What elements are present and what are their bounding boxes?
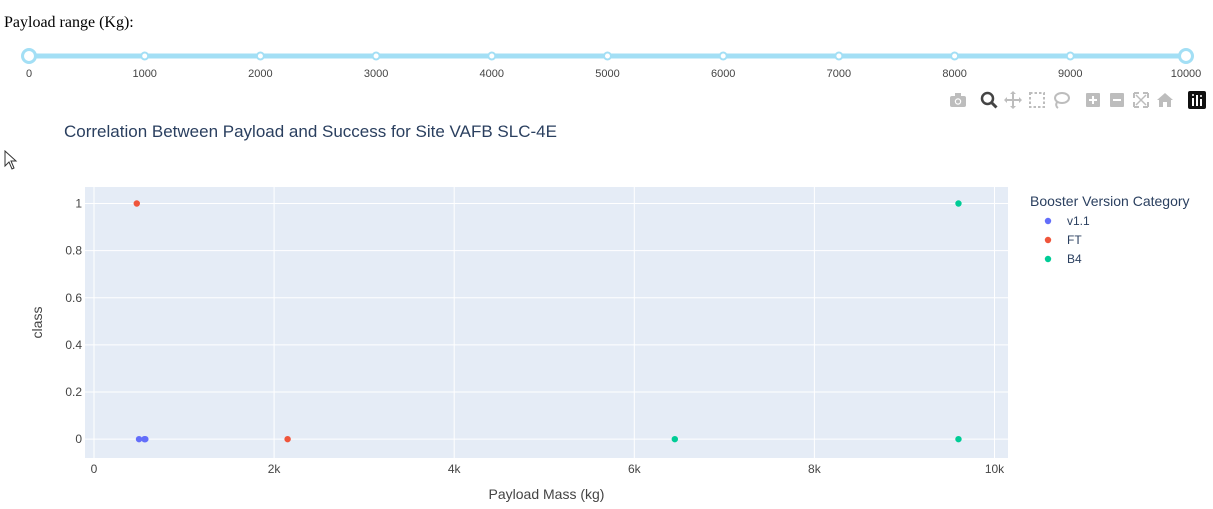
slider-mark-dot [487, 51, 497, 61]
slider-mark-label: 7000 [827, 68, 851, 80]
legend-marker[interactable] [1044, 236, 1052, 244]
slider-mark-label: 4000 [480, 68, 504, 80]
plotly-logo-icon[interactable] [1187, 90, 1207, 110]
y-tick-label: 0.8 [65, 244, 82, 258]
data-point-b4[interactable] [671, 435, 679, 443]
chart-title: Correlation Between Payload and Success … [64, 122, 557, 141]
data-point-v1-1[interactable] [142, 435, 149, 443]
pan-icon[interactable] [1003, 90, 1023, 110]
y-tick-label: 0.6 [65, 291, 82, 305]
slider-mark-dot [371, 51, 381, 61]
slider-mark-dot [834, 51, 844, 61]
data-point-v1-1[interactable] [135, 435, 143, 443]
y-tick-label: 0.4 [65, 338, 82, 352]
slider-mark-dot [255, 51, 265, 61]
autoscale-icon[interactable] [1131, 90, 1151, 110]
x-tick-label: 2k [268, 462, 282, 476]
slider-mark-dot [718, 51, 728, 61]
data-point-ft[interactable] [133, 200, 140, 207]
legend-item-label[interactable]: v1.1 [1067, 214, 1090, 228]
slider-handle-high[interactable] [1178, 48, 1194, 64]
x-axis-title: Payload Mass (kg) [489, 486, 605, 502]
slider-mark-dot [950, 51, 960, 61]
legend-marker[interactable] [1044, 255, 1052, 263]
slider-mark-label: 6000 [711, 68, 735, 80]
slider-mark-label: 0 [26, 68, 32, 80]
slider-mark-label: 10000 [1171, 68, 1202, 80]
zoom-out-icon[interactable] [1107, 90, 1127, 110]
legend-item-label[interactable]: B4 [1067, 252, 1082, 266]
slider-mark-dot [140, 51, 150, 61]
slider-label: Payload range (Kg): [4, 14, 134, 31]
zoom-in-icon[interactable] [1083, 90, 1103, 110]
lasso-select-icon[interactable] [1051, 90, 1071, 110]
slider-mark-label: 2000 [248, 68, 272, 80]
slider-mark-label: 3000 [364, 68, 388, 80]
modebar [940, 90, 1210, 112]
x-tick-label: 10k [985, 462, 1005, 476]
data-point-v1-1[interactable] [141, 435, 148, 443]
slider-mark-label: 1000 [132, 68, 156, 80]
legend-title: Booster Version Category [1030, 193, 1190, 209]
x-tick-label: 6k [628, 462, 642, 476]
legend-item-label[interactable]: FT [1067, 233, 1082, 247]
data-point-ft[interactable] [284, 435, 291, 443]
camera-icon[interactable] [948, 90, 968, 110]
box-select-icon[interactable] [1027, 90, 1047, 110]
slider-mark-label: 8000 [942, 68, 966, 80]
data-point-b4[interactable] [955, 200, 962, 207]
slider-mark-label: 9000 [1058, 68, 1082, 80]
x-tick-label: 4k [448, 462, 462, 476]
zoom-icon[interactable] [979, 90, 999, 110]
y-axis-title: class [29, 307, 45, 339]
y-tick-label: 1 [75, 196, 82, 210]
payload-range-slider[interactable]: 0 1000 2000 3000 4000 5000 6000 7000 8000 9000 100… [0, 40, 1213, 85]
slider-handle-low[interactable] [21, 48, 37, 64]
data-point-b4[interactable] [955, 435, 962, 443]
plot-area [85, 187, 1008, 458]
legend-marker[interactable] [1044, 217, 1052, 225]
slider-mark-dot [603, 51, 612, 61]
x-tick-label: 0 [91, 462, 98, 476]
reset-axes-icon[interactable] [1155, 90, 1175, 110]
slider-mark-label: 5000 [595, 68, 619, 80]
y-tick-label: 0.2 [65, 385, 82, 399]
mouse-cursor-icon [4, 149, 18, 175]
x-tick-label: 8k [808, 462, 822, 476]
y-tick-label: 0 [75, 432, 82, 446]
slider-mark-dot [1065, 51, 1075, 61]
